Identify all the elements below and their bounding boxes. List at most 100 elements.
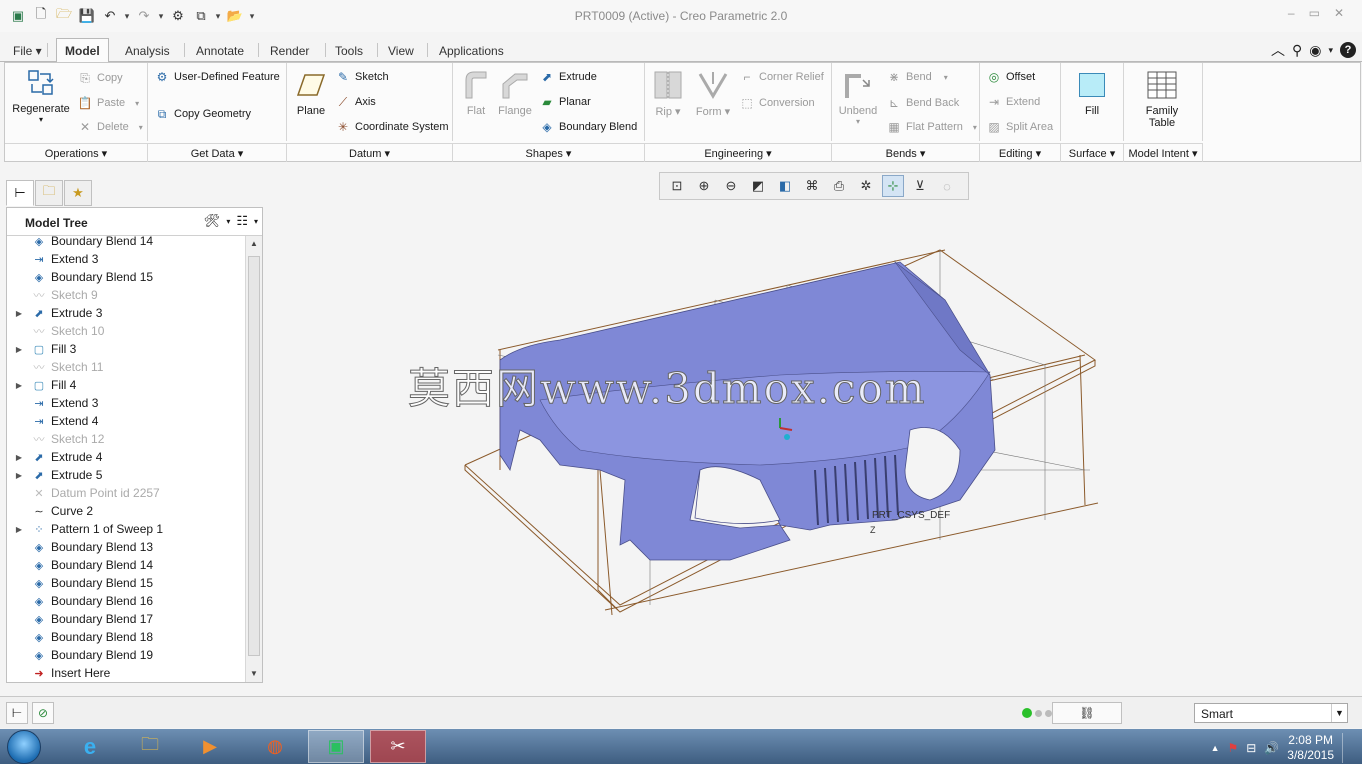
appearance-gallery-icon[interactable]: ◌ — [936, 175, 958, 197]
tree-item[interactable]: ◈ Boundary Blend 14 — [7, 556, 245, 574]
graphics-window[interactable]: PRT_CSYS_DEF Z — [266, 205, 1362, 690]
internet-explorer-icon[interactable]: e — [62, 730, 118, 763]
tree-item[interactable]: ✕ Datum Point id 2257 — [7, 484, 245, 502]
group-label-editing[interactable]: Editing ▾ — [980, 143, 1061, 162]
tab-model[interactable]: Model — [56, 38, 109, 63]
tree-item[interactable]: ◈ Boundary Blend 13 — [7, 538, 245, 556]
toggle-navigator-icon[interactable]: ⊢ — [6, 702, 28, 724]
zoom-in-icon[interactable]: ⊕ — [693, 175, 715, 197]
tab-view[interactable]: View — [379, 38, 423, 62]
bend-dropdown-icon[interactable]: ▾ — [944, 73, 948, 82]
scroll-thumb[interactable] — [248, 256, 260, 656]
offset-button[interactable]: ◎ Offset — [986, 69, 1035, 85]
tree-item[interactable]: ◈ Boundary Blend 16 — [7, 592, 245, 610]
flange-button[interactable]: Flange — [497, 69, 533, 117]
tree-item[interactable]: ➜ Insert Here — [7, 664, 245, 682]
creo-taskbar-icon[interactable]: ▣ — [308, 730, 364, 763]
coordinate-system-button[interactable]: ✳ Coordinate System — [335, 119, 449, 135]
scroll-down-icon[interactable]: ▼ — [246, 666, 262, 682]
group-label-get-data[interactable]: Get Data ▾ — [148, 143, 287, 162]
delete-dropdown-icon[interactable]: ▾ — [139, 123, 143, 132]
conversion-button[interactable]: ⬚ Conversion — [739, 95, 814, 111]
tree-item[interactable]: ⇥ Extend 3 — [7, 394, 245, 412]
start-button-icon[interactable] — [7, 730, 41, 764]
find-binoculars-icon[interactable]: ⛓ — [1052, 702, 1122, 724]
scroll-up-icon[interactable]: ▲ — [246, 236, 262, 252]
clock[interactable]: 2:08 PM 3/8/2015 — [1287, 733, 1334, 763]
tree-item[interactable]: ◈ Boundary Blend 15 — [7, 574, 245, 592]
paste-button[interactable]: 📋 Paste ▾ — [77, 95, 140, 111]
tab-analysis[interactable]: Analysis — [116, 38, 179, 62]
user-defined-feature-button[interactable]: ⚙ User-Defined Feature — [154, 69, 280, 85]
group-label-shapes[interactable]: Shapes ▾ — [453, 143, 645, 162]
toggle-browser-icon[interactable]: ⊘ — [32, 702, 54, 724]
axis-button[interactable]: ⟋ Axis — [335, 94, 376, 110]
unbend-button[interactable]: Unbend ▾ — [836, 69, 880, 126]
flat-button[interactable]: Flat — [459, 69, 493, 117]
repaint-icon[interactable]: ◩ — [747, 175, 769, 197]
file-explorer-icon[interactable]: 🗀 — [122, 730, 178, 763]
tree-item[interactable]: ▶ ⬈ Extrude 5 — [7, 466, 245, 484]
tree-item[interactable]: ◈ Boundary Blend 15 — [7, 268, 245, 286]
minimize-button[interactable]: – — [1288, 6, 1295, 20]
minimize-ribbon-icon[interactable]: ︿ — [1271, 40, 1285, 60]
tree-item[interactable]: ⇥ Extend 3 — [7, 250, 245, 268]
group-label-operations[interactable]: Operations ▾ — [5, 143, 148, 162]
unbend-dropdown-icon[interactable]: ▾ — [856, 117, 860, 126]
tree-item[interactable]: ⇥ Extend 4 — [7, 412, 245, 430]
tab-tools[interactable]: Tools — [326, 38, 372, 62]
tree-item[interactable]: ▶ ⬈ Extrude 4 — [7, 448, 245, 466]
group-label-datum[interactable]: Datum ▾ — [287, 143, 453, 162]
tree-settings-icon[interactable]: 🛠 — [204, 213, 221, 229]
search-icon[interactable]: ⚲ — [1292, 42, 1302, 59]
zoom-out-icon[interactable]: ⊖ — [720, 175, 742, 197]
copy-geometry-button[interactable]: ⧉ Copy Geometry — [154, 106, 251, 122]
tree-item[interactable]: ▶ ▢ Fill 3 — [7, 340, 245, 358]
expand-arrow-icon[interactable]: ▶ — [7, 381, 31, 390]
split-area-button[interactable]: ▨ Split Area — [986, 119, 1053, 135]
model-tree-tab-icon[interactable]: ⊢ — [6, 180, 34, 206]
tree-item[interactable]: ◈ Boundary Blend 17 — [7, 610, 245, 628]
refit-icon[interactable]: ⊡ — [666, 175, 688, 197]
tree-item[interactable]: ◈ Boundary Blend 19 — [7, 646, 245, 664]
tab-file[interactable]: File ▾ — [4, 38, 51, 62]
plane-button[interactable]: Plane — [291, 69, 331, 117]
tree-item[interactable]: 〰 Sketch 12 — [7, 430, 245, 448]
show-filters-icon[interactable]: ☷ — [236, 213, 248, 229]
help-icon[interactable]: ? — [1340, 42, 1356, 58]
folder-browser-tab-icon[interactable]: 🗀 — [35, 180, 63, 206]
planar-button[interactable]: ▰ Planar — [539, 94, 590, 110]
extend-button[interactable]: ⇥ Extend — [986, 94, 1040, 110]
expand-arrow-icon[interactable]: ▶ — [7, 525, 31, 534]
flat-pattern-button[interactable]: ▦ Flat Pattern ▾ — [886, 119, 977, 135]
network-icon[interactable]: ⊟ — [1246, 741, 1256, 755]
copy-button[interactable]: ⎘ Copy — [77, 70, 123, 86]
filter-dropdown-icon[interactable]: ▼ — [1331, 704, 1347, 722]
bend-button[interactable]: ⋇ Bend ▾ — [886, 69, 948, 85]
spin-center-icon[interactable]: ⊹ — [882, 175, 904, 197]
fill-button[interactable]: Fill — [1071, 69, 1113, 117]
flat-pattern-dropdown-icon[interactable]: ▾ — [973, 123, 977, 132]
maximize-button[interactable]: ▭ — [1309, 6, 1320, 20]
regenerate-button[interactable]: Regenerate ▾ — [11, 67, 71, 124]
datum-display-filters-icon[interactable]: ✲ — [855, 175, 877, 197]
annotation-display-icon[interactable]: ⊻ — [909, 175, 931, 197]
tree-item[interactable]: ▶ ⬈ Extrude 3 — [7, 304, 245, 322]
rip-button[interactable]: Rip ▾ — [651, 69, 685, 118]
firefox-icon[interactable]: ◍ — [247, 730, 303, 763]
corner-relief-button[interactable]: ⌐ Corner Relief — [739, 69, 823, 85]
snipping-tool-icon[interactable]: ✂ — [370, 730, 426, 763]
tree-item[interactable]: ∼ Curve 2 — [7, 502, 245, 520]
show-hidden-icons-icon[interactable]: ▲ — [1211, 743, 1220, 753]
community-dropdown-icon[interactable]: ▾ — [1328, 45, 1333, 56]
show-desktop-button[interactable] — [1342, 733, 1352, 763]
view-manager-icon[interactable]: ⎙ — [828, 175, 850, 197]
group-label-model-intent[interactable]: Model Intent ▾ — [1124, 143, 1203, 162]
expand-arrow-icon[interactable]: ▶ — [7, 345, 31, 354]
group-label-surface[interactable]: Surface ▾ — [1061, 143, 1124, 162]
tree-item[interactable]: ▶ ▢ Fill 4 — [7, 376, 245, 394]
tree-item[interactable]: 〰 Sketch 10 — [7, 322, 245, 340]
tree-settings-dropdown-icon[interactable]: ▾ — [226, 217, 230, 226]
tree-item[interactable]: ◈ Boundary Blend 14 — [7, 236, 245, 250]
close-button[interactable]: ✕ — [1334, 6, 1344, 20]
